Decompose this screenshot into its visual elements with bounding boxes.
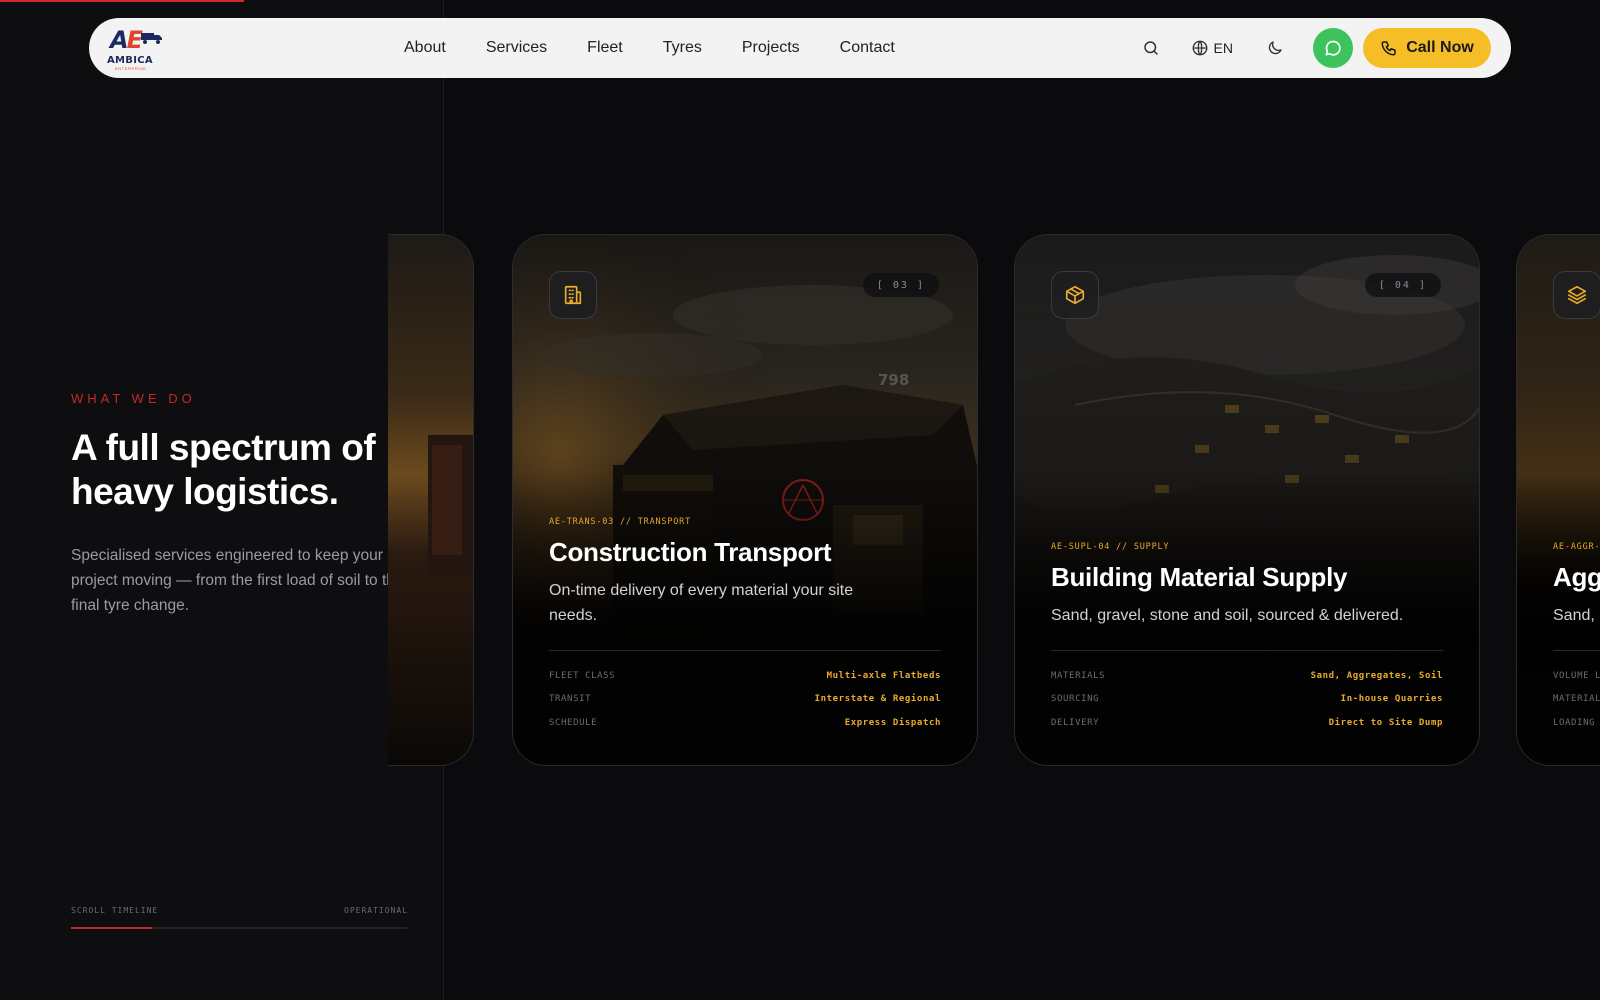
search-icon[interactable] xyxy=(1139,36,1163,60)
brand-subtitle: ENTERPRISE xyxy=(115,66,147,71)
section-description: Specialised services engineered to keep … xyxy=(71,547,404,614)
nav-link-about[interactable]: About xyxy=(404,39,446,57)
card-description: Sand, g xyxy=(1553,607,1600,624)
layers-icon xyxy=(1553,271,1600,319)
moon-icon[interactable] xyxy=(1263,36,1287,60)
card-divider xyxy=(549,650,941,651)
building-icon xyxy=(549,271,597,319)
service-card-previous[interactable] xyxy=(388,234,474,766)
section-intro: WHAT WE DO A full spectrum of heavy logi… xyxy=(0,0,444,1000)
call-now-button[interactable]: Call Now xyxy=(1363,28,1491,68)
chat-icon xyxy=(1325,40,1341,56)
scroll-timeline[interactable] xyxy=(71,927,407,929)
card-title: Agg xyxy=(1553,562,1600,592)
card-index: [ 04 ] xyxy=(1364,273,1441,297)
spec-row: DELIVERY Direct to Site Dump xyxy=(1051,718,1443,728)
brand-logo[interactable]: AE AMBICA ENTERPRISE xyxy=(107,26,169,72)
service-card-next[interactable]: AE-AGGR-0 Agg Sand, g VOLUME L MATERIAL … xyxy=(1516,234,1600,766)
spec-row: MATERIAL xyxy=(1553,694,1600,704)
scroll-timeline-fill xyxy=(71,927,152,929)
globe-icon xyxy=(1192,40,1207,56)
section-headline: A full spectrum of heavy logistics. xyxy=(71,427,376,512)
phone-icon xyxy=(1381,41,1396,56)
nav-actions: EN Call Now xyxy=(1139,18,1491,78)
brand-name: AMBICA xyxy=(107,55,153,66)
card-code: AE-SUPL-04 // SUPPLY xyxy=(1051,542,1170,552)
service-card-construction-transport[interactable]: 798 [ 03 ] AE-TRANS-03 // TRANSPORT Cons… xyxy=(512,234,978,766)
card-description: Sand, gravel, stone and soil, sourced & … xyxy=(1051,607,1404,624)
nav-link-fleet[interactable]: Fleet xyxy=(587,39,623,57)
nav-links: About Services Fleet Tyres Projects Cont… xyxy=(404,18,935,78)
nav-link-contact[interactable]: Contact xyxy=(840,39,895,57)
card-index: [ 03 ] xyxy=(862,273,939,297)
spec-row: MATERIALS Sand, Aggregates, Soil xyxy=(1051,671,1443,681)
spec-row: VOLUME L xyxy=(1553,671,1600,681)
spec-row: LOADING xyxy=(1553,718,1596,728)
navbar: AE AMBICA ENTERPRISE About Services Flee… xyxy=(89,18,1511,78)
language-label: EN xyxy=(1213,40,1233,56)
card-title: Building Material Supply xyxy=(1051,562,1348,592)
nav-link-tyres[interactable]: Tyres xyxy=(663,39,702,57)
spec-row: SCHEDULE Express Dispatch xyxy=(549,718,941,728)
section-eyebrow: WHAT WE DO xyxy=(71,391,196,406)
card-title: Construction Transport xyxy=(549,537,832,567)
call-now-label: Call Now xyxy=(1406,39,1474,56)
logo-mark: AE xyxy=(110,26,143,54)
card-divider xyxy=(1553,650,1600,651)
language-selector[interactable]: EN xyxy=(1191,39,1233,57)
spec-row: TRANSIT Interstate & Regional xyxy=(549,694,941,704)
whatsapp-button[interactable] xyxy=(1313,28,1353,68)
card-photo xyxy=(388,235,473,765)
truck-icon xyxy=(141,33,162,44)
card-divider xyxy=(1051,650,1443,651)
nav-link-projects[interactable]: Projects xyxy=(742,39,800,57)
nav-link-services[interactable]: Services xyxy=(486,39,547,57)
spec-row: SOURCING In-house Quarries xyxy=(1051,694,1443,704)
card-code: AE-TRANS-03 // TRANSPORT xyxy=(549,517,692,527)
timeline-label: SCROLL TIMELINE xyxy=(71,906,159,915)
service-card-building-material-supply[interactable]: [ 04 ] AE-SUPL-04 // SUPPLY Building Mat… xyxy=(1014,234,1480,766)
card-description: On-time delivery of every material your … xyxy=(549,582,854,624)
card-code: AE-AGGR-0 xyxy=(1553,542,1600,552)
page: WHAT WE DO A full spectrum of heavy logi… xyxy=(0,0,1600,1000)
package-icon xyxy=(1051,271,1099,319)
timeline-status: OPERATIONAL xyxy=(344,906,408,915)
spec-row: FLEET CLASS Multi-axle Flatbeds xyxy=(549,671,941,681)
scroll-progress-bar xyxy=(0,0,244,2)
